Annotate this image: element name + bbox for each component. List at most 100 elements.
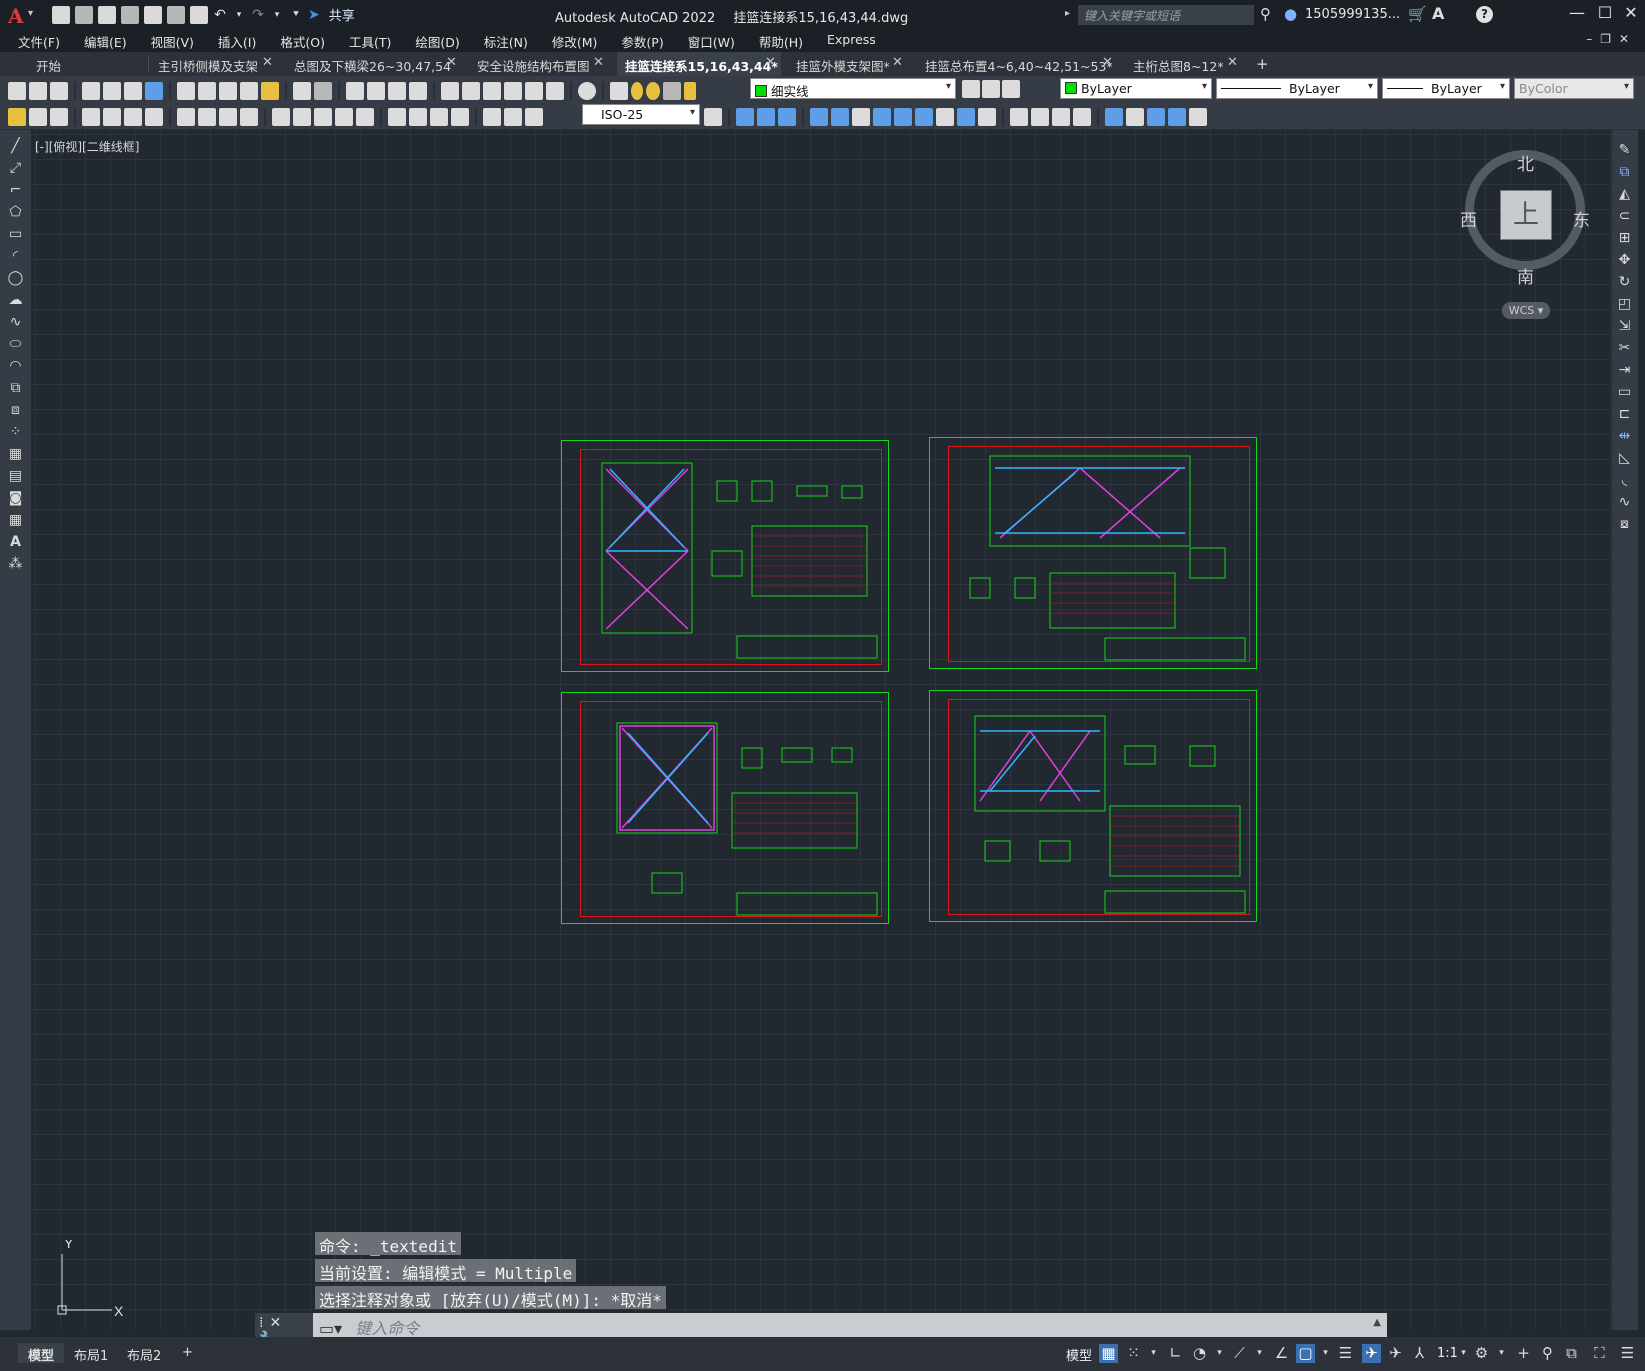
save-icon[interactable] bbox=[50, 82, 68, 100]
customize-qat-icon[interactable]: ⯆ bbox=[289, 9, 303, 20]
layer-properties-icon[interactable] bbox=[610, 82, 628, 100]
tab-layout2[interactable]: 布局2 bbox=[117, 1343, 171, 1364]
lineweight-dropdown[interactable]: ByLayer ▾ bbox=[1382, 78, 1510, 99]
inspection-icon[interactable] bbox=[430, 108, 448, 126]
move-icon[interactable] bbox=[852, 108, 870, 126]
annotation-visibility-icon[interactable]: ✈ bbox=[1362, 1344, 1381, 1363]
trim-icon[interactable] bbox=[936, 108, 954, 126]
fillet-icon[interactable] bbox=[1031, 108, 1049, 126]
help-icon[interactable] bbox=[578, 82, 596, 100]
minimize-icon[interactable]: — bbox=[1562, 3, 1592, 22]
dimension-update-icon[interactable] bbox=[525, 108, 543, 126]
tab-document[interactable]: 总图及下横梁26~30,47,54 ✕ bbox=[294, 52, 464, 76]
diameter-dimension-icon[interactable] bbox=[219, 108, 237, 126]
point-icon[interactable]: ⁘ bbox=[7, 424, 24, 441]
tolerance-icon[interactable] bbox=[388, 108, 406, 126]
menu-draw[interactable]: 绘图(D) bbox=[415, 30, 470, 52]
publish-web-icon[interactable] bbox=[145, 82, 163, 100]
share-icon[interactable]: ➤ bbox=[308, 7, 320, 23]
blend-curves-icon[interactable]: ∿ bbox=[1616, 494, 1633, 511]
tab-close-icon[interactable]: ✕ bbox=[1227, 55, 1238, 70]
line-icon[interactable]: ╱ bbox=[7, 138, 24, 155]
aligned-dimension-icon[interactable] bbox=[103, 108, 121, 126]
continue-dimension-icon[interactable] bbox=[314, 108, 332, 126]
zoom-realtime-icon[interactable] bbox=[367, 82, 385, 100]
make-block-icon[interactable]: ⧈ bbox=[7, 402, 24, 419]
tab-close-icon[interactable]: ✕ bbox=[446, 55, 457, 70]
tab-document[interactable]: 挂篮外模支架图* ✕ bbox=[796, 52, 908, 76]
menu-modify[interactable]: 修改(M) bbox=[552, 30, 609, 52]
tab-start[interactable]: 开始 bbox=[36, 52, 146, 76]
dim-update-icon[interactable] bbox=[50, 108, 68, 126]
hatch-icon[interactable]: ▦ bbox=[7, 446, 24, 463]
extend-icon[interactable]: ⇥ bbox=[1616, 362, 1633, 379]
menu-parametric[interactable]: 参数(P) bbox=[621, 30, 674, 52]
snap-icon[interactable]: ⁙ bbox=[1124, 1344, 1143, 1363]
isodraft-dropdown-icon[interactable]: ▾ bbox=[1250, 1344, 1269, 1363]
pan-icon[interactable] bbox=[346, 82, 364, 100]
dimstyle-manager-icon[interactable] bbox=[704, 108, 722, 126]
tab-document[interactable]: 挂篮总布置4~6,40~42,51~53* ✕ bbox=[925, 52, 1115, 76]
dimension-space-icon[interactable] bbox=[335, 108, 353, 126]
search-input[interactable]: 键入关键字或短语 bbox=[1078, 5, 1254, 25]
chamfer-icon[interactable] bbox=[1010, 108, 1028, 126]
text-to-front-icon[interactable] bbox=[1189, 108, 1207, 126]
array-icon[interactable] bbox=[831, 108, 849, 126]
search-icon[interactable]: ⚲ bbox=[1260, 5, 1271, 23]
fillet-icon[interactable]: ◟ bbox=[1616, 472, 1633, 489]
erase-icon[interactable] bbox=[736, 108, 754, 126]
extend-icon[interactable] bbox=[957, 108, 975, 126]
rotate-icon[interactable]: ↻ bbox=[1616, 274, 1633, 291]
multiline-text-icon[interactable]: A bbox=[7, 534, 24, 551]
match-properties-icon[interactable] bbox=[240, 82, 258, 100]
zoom-window-icon[interactable] bbox=[388, 82, 406, 100]
compass-east[interactable]: 东 bbox=[1573, 206, 1590, 231]
new-icon[interactable] bbox=[8, 82, 26, 100]
compass-north[interactable]: 北 bbox=[1517, 150, 1534, 175]
polar-icon[interactable]: ◔ bbox=[1190, 1344, 1209, 1363]
arc-icon[interactable]: ◜ bbox=[7, 248, 24, 265]
save-icon[interactable] bbox=[98, 5, 116, 24]
tab-document[interactable]: 主引桥侧模及支架 ✕ bbox=[158, 52, 278, 76]
compass-south[interactable]: 南 bbox=[1517, 263, 1534, 288]
layer-dropdown[interactable]: 细实线 ▾ bbox=[750, 78, 956, 99]
viewport-controls[interactable]: [-][俯视][二维线框] bbox=[35, 138, 139, 155]
cut-icon[interactable] bbox=[177, 82, 195, 100]
new-tab-button[interactable]: + bbox=[1256, 55, 1269, 73]
menu-express[interactable]: Express bbox=[827, 30, 887, 52]
explode-icon[interactable] bbox=[1073, 108, 1091, 126]
open-file-icon[interactable] bbox=[75, 5, 93, 24]
copy-object-icon[interactable] bbox=[757, 108, 775, 126]
copy-icon[interactable]: ⧉ bbox=[1616, 164, 1633, 181]
customization-menu-icon[interactable]: ☰ bbox=[1618, 1344, 1637, 1363]
ellipse-icon[interactable]: ⬭ bbox=[7, 336, 24, 353]
model-space-canvas[interactable]: [-][俯视][二维线框] bbox=[31, 130, 1612, 1330]
plot-icon[interactable] bbox=[190, 5, 208, 24]
user-icon[interactable]: ● bbox=[1284, 5, 1297, 23]
scale-icon[interactable] bbox=[894, 108, 912, 126]
table-icon[interactable]: ▦ bbox=[7, 512, 24, 529]
model-space-toggle[interactable]: 模型 bbox=[1066, 1345, 1092, 1364]
layer-previous-icon[interactable] bbox=[982, 80, 1000, 98]
open-from-web-icon[interactable] bbox=[144, 5, 162, 24]
region-icon[interactable]: ◙ bbox=[7, 490, 24, 507]
tab-close-icon[interactable]: ✕ bbox=[262, 55, 273, 70]
tab-document[interactable]: 安全设施结构布置图 ✕ bbox=[477, 52, 612, 76]
autocad-logo[interactable]: A bbox=[8, 4, 24, 28]
share-button[interactable]: 共享 bbox=[329, 5, 355, 24]
drawing-sheet[interactable] bbox=[561, 440, 889, 672]
offset-icon[interactable] bbox=[810, 108, 828, 126]
construction-line-icon[interactable]: ⤢ bbox=[7, 160, 24, 177]
dim-style-icon[interactable] bbox=[29, 108, 47, 126]
jogged-dimension-icon[interactable] bbox=[198, 108, 216, 126]
circle-icon[interactable]: ◯ bbox=[7, 270, 24, 287]
join-icon[interactable]: ⇹ bbox=[1616, 428, 1633, 445]
clean-screen-icon[interactable]: ⛶ bbox=[1590, 1344, 1609, 1363]
zoom-previous-icon[interactable] bbox=[409, 82, 427, 100]
baseline-dimension-icon[interactable] bbox=[293, 108, 311, 126]
menu-window[interactable]: 窗口(W) bbox=[688, 30, 746, 52]
linetype-dropdown[interactable]: ByLayer ▾ bbox=[1216, 78, 1378, 99]
tab-model[interactable]: 模型 bbox=[18, 1343, 65, 1364]
isolate-objects-icon[interactable]: ⚲ bbox=[1538, 1344, 1557, 1363]
object-snap-dropdown-icon[interactable]: ▾ bbox=[1316, 1344, 1335, 1363]
